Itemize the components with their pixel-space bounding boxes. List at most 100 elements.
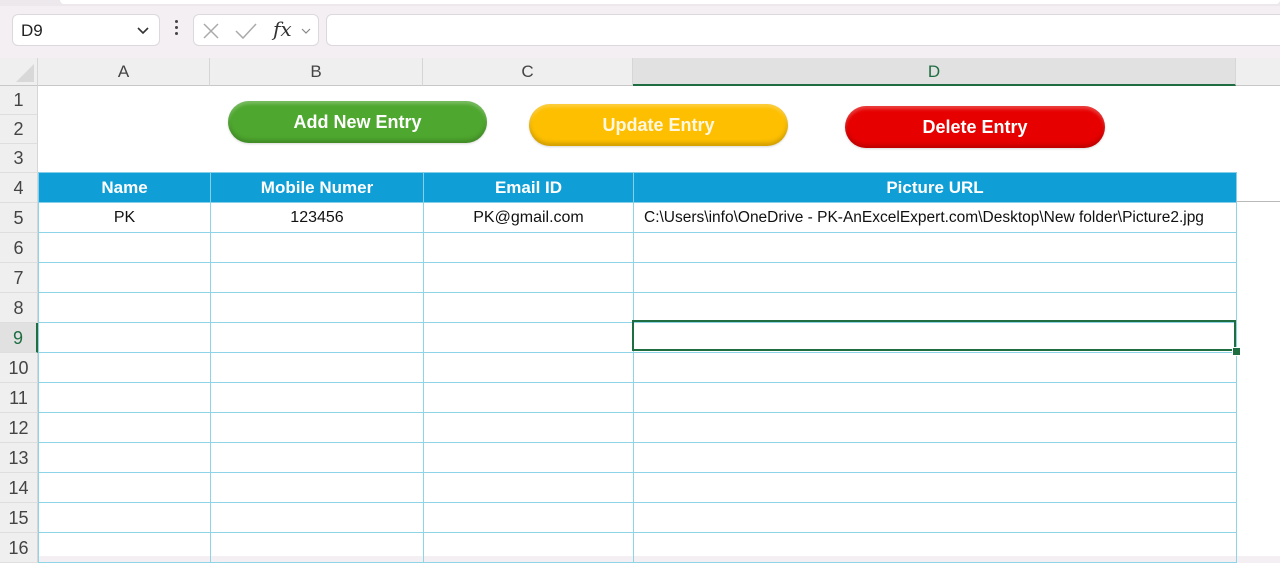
row-header-1[interactable]: 1: [0, 86, 38, 115]
cell-email-id[interactable]: [423, 382, 634, 413]
header-email-id[interactable]: Email ID: [423, 172, 634, 203]
cell-picture-url[interactable]: [633, 232, 1237, 263]
cancel-icon[interactable]: [202, 22, 220, 40]
cell-name[interactable]: [38, 322, 211, 353]
table-row: [38, 472, 1237, 503]
cell-picture-url[interactable]: [633, 322, 1237, 353]
cell-mobile-number[interactable]: [210, 352, 424, 383]
row-header-9[interactable]: 9: [0, 323, 38, 353]
table-row: [38, 322, 1237, 353]
cell-email-id[interactable]: [423, 232, 634, 263]
update-entry-button[interactable]: Update Entry: [529, 104, 788, 146]
cell-picture-url[interactable]: [633, 292, 1237, 323]
fill-handle[interactable]: [1232, 347, 1241, 356]
table-row: [38, 232, 1237, 263]
row-header-8[interactable]: 8: [0, 293, 38, 323]
delete-entry-button[interactable]: Delete Entry: [845, 106, 1105, 148]
name-box-value: D9: [21, 21, 43, 40]
row-header-5[interactable]: 5: [0, 203, 38, 233]
column-header-c[interactable]: C: [423, 58, 633, 86]
cell-email-id[interactable]: [423, 292, 634, 323]
cell-name[interactable]: [38, 352, 211, 383]
table-row: [38, 382, 1237, 413]
column-header-d[interactable]: D: [633, 58, 1236, 86]
cell-mobile-number[interactable]: [210, 382, 424, 413]
cell-name[interactable]: [38, 292, 211, 323]
chevron-down-icon[interactable]: [135, 22, 151, 38]
cell-picture-url[interactable]: [633, 442, 1237, 473]
table-header-row: Name Mobile Numer Email ID Picture URL: [38, 172, 1237, 203]
cell-email-id[interactable]: [423, 442, 634, 473]
row-header-10[interactable]: 10: [0, 353, 38, 383]
cell-picture-url[interactable]: C:\Users\info\OneDrive - PK-AnExcelExper…: [633, 202, 1237, 233]
table-row: [38, 352, 1237, 383]
row-header-2[interactable]: 2: [0, 115, 38, 144]
cell-name[interactable]: [38, 262, 211, 293]
cell-name[interactable]: [38, 412, 211, 443]
row-header-6[interactable]: 6: [0, 233, 38, 263]
cell-mobile-number[interactable]: [210, 262, 424, 293]
cell-name[interactable]: [38, 232, 211, 263]
table-row: [38, 502, 1237, 533]
table-row: [38, 412, 1237, 443]
row-header-14[interactable]: 14: [0, 473, 38, 503]
row-header-12[interactable]: 12: [0, 413, 38, 443]
column-header-a[interactable]: A: [38, 58, 210, 86]
header-name[interactable]: Name: [38, 172, 211, 203]
column-header-empty: [1236, 58, 1280, 86]
cell-name[interactable]: [38, 502, 211, 533]
row-header-13[interactable]: 13: [0, 443, 38, 473]
cell-picture-url[interactable]: [633, 352, 1237, 383]
row-header-15[interactable]: 15: [0, 503, 38, 533]
row-header-3[interactable]: 3: [0, 144, 38, 173]
checkmark-icon[interactable]: [234, 22, 258, 40]
row-header-7[interactable]: 7: [0, 263, 38, 293]
cell-name[interactable]: [38, 442, 211, 473]
cell-picture-url[interactable]: [633, 412, 1237, 443]
cell-picture-url[interactable]: [633, 502, 1237, 533]
cell-picture-url[interactable]: [633, 382, 1237, 413]
cell-mobile-number[interactable]: [210, 232, 424, 263]
name-box[interactable]: D9: [12, 14, 160, 46]
cell-picture-url[interactable]: [633, 472, 1237, 503]
formula-input[interactable]: [326, 14, 1280, 46]
formula-controls: fx: [193, 14, 319, 46]
header-picture-url[interactable]: Picture URL: [633, 172, 1237, 203]
cell-email-id[interactable]: [423, 352, 634, 383]
cell-mobile-number[interactable]: 123456: [210, 202, 424, 233]
row-header-16[interactable]: 16: [0, 533, 38, 563]
formula-bar: D9 fx: [0, 6, 1280, 56]
column-header-b[interactable]: B: [210, 58, 423, 86]
spreadsheet-grid: A B C D 1 2 3 4 5 6 7 8 9 10 11 12 13 14 15 16 Add New …: [0, 58, 1280, 563]
chevron-down-icon[interactable]: [300, 25, 312, 37]
more-options-icon[interactable]: [172, 20, 180, 40]
cell-email-id[interactable]: [423, 532, 634, 563]
cell-email-id[interactable]: [423, 502, 634, 533]
cell-mobile-number[interactable]: [210, 412, 424, 443]
cell-email-id[interactable]: [423, 322, 634, 353]
row-header-4[interactable]: 4: [0, 173, 38, 203]
cell-name[interactable]: [38, 472, 211, 503]
cell-email-id[interactable]: [423, 472, 634, 503]
select-all-button[interactable]: [0, 58, 38, 86]
cell-mobile-number[interactable]: [210, 442, 424, 473]
cell-name[interactable]: [38, 532, 211, 563]
cell-mobile-number[interactable]: [210, 292, 424, 323]
table-row: [38, 292, 1237, 323]
cell-email-id[interactable]: [423, 412, 634, 443]
add-new-entry-button[interactable]: Add New Entry: [228, 101, 487, 143]
cell-picture-url[interactable]: [633, 532, 1237, 563]
insert-function-button[interactable]: fx: [273, 17, 292, 41]
cell-mobile-number[interactable]: [210, 322, 424, 353]
table-row: [38, 262, 1237, 293]
row-header-11[interactable]: 11: [0, 383, 38, 413]
cell-mobile-number[interactable]: [210, 472, 424, 503]
cell-name[interactable]: [38, 382, 211, 413]
cell-mobile-number[interactable]: [210, 532, 424, 563]
cell-email-id[interactable]: PK@gmail.com: [423, 202, 634, 233]
cell-email-id[interactable]: [423, 262, 634, 293]
cell-mobile-number[interactable]: [210, 502, 424, 533]
header-mobile-number[interactable]: Mobile Numer: [210, 172, 424, 203]
cell-picture-url[interactable]: [633, 262, 1237, 293]
cell-name[interactable]: PK: [38, 202, 211, 233]
